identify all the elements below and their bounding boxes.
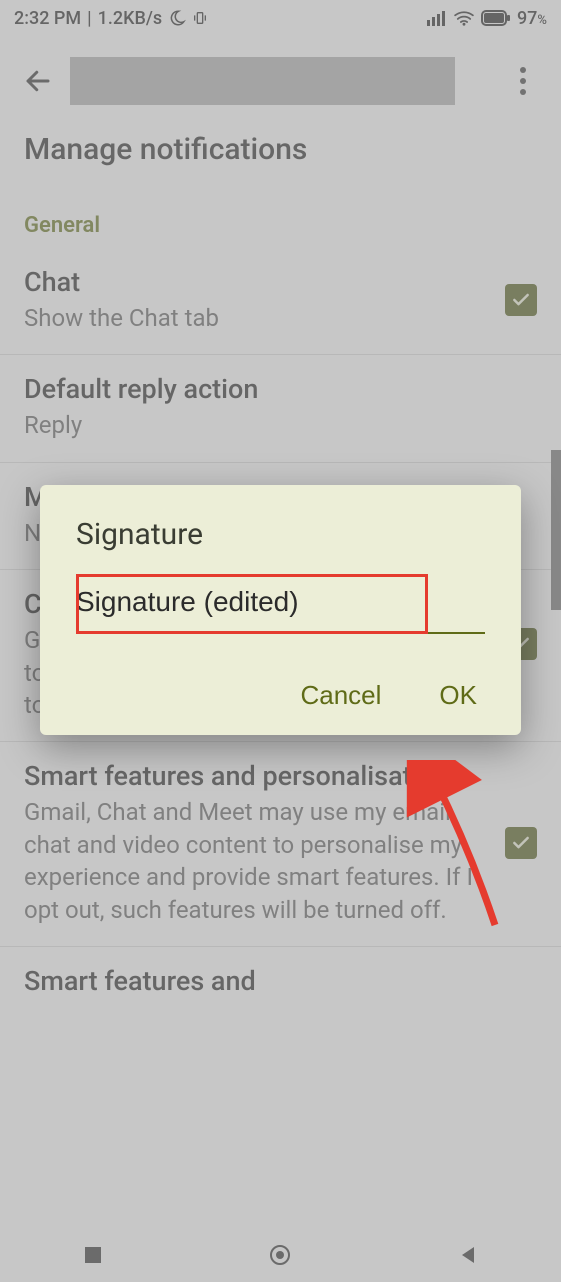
setting-title: Smart features and — [24, 965, 537, 997]
back-button[interactable] — [18, 61, 58, 101]
battery-icon — [481, 10, 511, 26]
setting-subtitle: Reply — [24, 409, 537, 441]
signature-dialog: Signature Cancel OK — [40, 485, 521, 735]
scrollbar-thumb[interactable] — [551, 450, 561, 610]
status-net-speed: 1.2KB/s — [98, 8, 163, 29]
setting-smart-features[interactable]: Smart features and personalisation Gmail… — [0, 742, 561, 947]
app-bar — [0, 36, 561, 126]
redacted-title — [70, 57, 455, 105]
status-divider: | — [87, 8, 91, 29]
signal-icon — [427, 10, 447, 26]
wifi-icon — [453, 10, 475, 26]
more-options-button[interactable] — [503, 61, 543, 101]
setting-default-reply[interactable]: Default reply action Reply — [0, 355, 561, 462]
truncated-heading: Manage notifications — [0, 126, 561, 185]
section-general: General — [0, 185, 561, 248]
setting-title: Chat — [24, 266, 485, 298]
setting-subtitle: Gmail, Chat and Meet may use my email, c… — [24, 796, 485, 926]
setting-title: Smart features and personalisation — [24, 760, 485, 792]
cancel-button[interactable]: Cancel — [300, 680, 381, 711]
system-nav-bar — [0, 1232, 561, 1282]
nav-back-button[interactable] — [458, 1245, 478, 1269]
checkbox-checked-icon[interactable] — [505, 827, 537, 859]
more-vert-icon — [520, 67, 526, 73]
setting-subtitle: Show the Chat tab — [24, 302, 485, 334]
arrow-back-icon — [23, 66, 53, 96]
vibrate-icon — [192, 10, 208, 26]
nav-recent-button[interactable] — [83, 1245, 103, 1269]
checkbox-checked-icon[interactable] — [505, 284, 537, 316]
status-time: 2:32 PM — [14, 8, 81, 29]
dialog-title: Signature — [40, 517, 521, 576]
setting-smart-features-2[interactable]: Smart features and — [0, 947, 561, 1017]
dnd-moon-icon — [168, 9, 186, 27]
nav-home-button[interactable] — [268, 1243, 292, 1271]
ok-button[interactable]: OK — [439, 680, 477, 711]
battery-percent: 97% — [517, 8, 547, 29]
status-bar: 2:32 PM | 1.2KB/s 97% — [0, 0, 561, 36]
setting-title: Default reply action — [24, 373, 537, 405]
setting-chat[interactable]: Chat Show the Chat tab — [0, 248, 561, 355]
signature-input[interactable] — [76, 576, 485, 634]
